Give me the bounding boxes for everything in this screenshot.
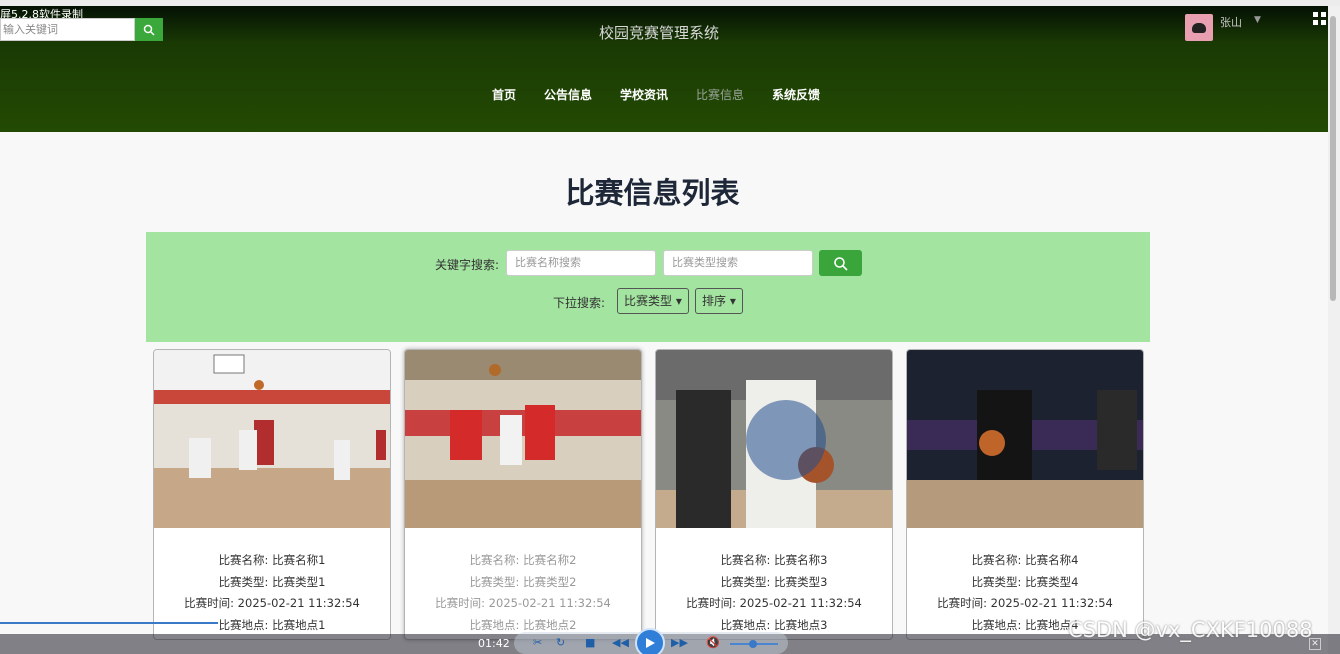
- search-button[interactable]: [819, 250, 862, 276]
- card-type: 比赛类型: 比赛类型2: [469, 574, 577, 589]
- play-button[interactable]: [635, 628, 665, 654]
- play-icon: [646, 638, 655, 648]
- keyword-search-label: 关键字搜索:: [435, 258, 500, 272]
- clip-icon[interactable]: ✂: [533, 636, 542, 649]
- stop-icon[interactable]: ■: [585, 636, 595, 649]
- grid-icon[interactable]: [1313, 12, 1327, 26]
- avatar-face-icon: [1192, 22, 1206, 33]
- card-name: 比赛名称: 比赛名称2: [469, 553, 577, 567]
- competition-card[interactable]: 比赛名称: 比赛名称1 比赛类型: 比赛类型1 比赛时间: 2025-02-21…: [153, 349, 391, 640]
- close-icon[interactable]: ✕: [1309, 638, 1321, 650]
- card-time: 比赛时间: 2025-02-21 11:32:54: [686, 596, 862, 610]
- type-dropdown[interactable]: 比赛类型 ▾: [617, 288, 689, 314]
- nav-item-feedback[interactable]: 系统反馈: [758, 86, 834, 103]
- card-image: [907, 350, 1143, 528]
- mute-icon[interactable]: 🔇: [706, 636, 720, 649]
- card-place: 比赛地点: 比赛地点1: [218, 617, 326, 632]
- nav-item-home[interactable]: 首页: [478, 86, 530, 103]
- nav-item-competitions[interactable]: 比赛信息: [682, 86, 758, 103]
- user-name[interactable]: 张山: [1220, 14, 1242, 30]
- main-nav: 首页 公告信息 学校资讯 比赛信息 系统反馈: [0, 86, 1312, 103]
- sort-dropdown-label: 排序: [702, 294, 727, 308]
- rewind-icon[interactable]: ◀◀: [612, 636, 629, 649]
- site-title: 校园竞赛管理系统: [598, 24, 719, 42]
- fast-forward-icon[interactable]: ▶▶: [671, 636, 688, 649]
- nav-item-school-news[interactable]: 学校资讯: [606, 86, 682, 103]
- competition-card[interactable]: 比赛名称: 比赛名称4 比赛类型: 比赛类型4 比赛时间: 2025-02-21…: [906, 349, 1144, 640]
- caret-down-icon: ▾: [726, 294, 736, 308]
- card-type: 比赛类型: 比赛类型4: [971, 574, 1079, 589]
- card-name: 比赛名称: 比赛名称3: [720, 553, 828, 567]
- filter-panel: 关键字搜索: 比赛名称搜索 比赛类型搜索 下拉搜索: 比赛类型 ▾ 排序 ▾: [146, 232, 1150, 342]
- watermark: CSDN @vx_CXKF10088: [1068, 618, 1313, 642]
- volume-knob[interactable]: [749, 640, 757, 648]
- card-name: 比赛名称: 比赛名称4: [971, 553, 1079, 567]
- page-title: 比赛信息列表: [565, 176, 740, 210]
- dropdown-search-label: 下拉搜索:: [553, 296, 606, 310]
- competition-card[interactable]: 比赛名称: 比赛名称2 比赛类型: 比赛类型2 比赛时间: 2025-02-21…: [404, 349, 642, 640]
- scrollbar-thumb[interactable]: [1330, 16, 1336, 301]
- chevron-down-icon[interactable]: ▼: [1254, 15, 1261, 25]
- nav-item-notices[interactable]: 公告信息: [530, 86, 606, 103]
- card-type: 比赛类型: 比赛类型3: [720, 574, 828, 589]
- avatar[interactable]: [1185, 14, 1213, 41]
- caret-down-icon: ▾: [672, 294, 682, 308]
- name-search-input[interactable]: 比赛名称搜索: [506, 250, 656, 276]
- card-name: 比赛名称: 比赛名称1: [218, 553, 326, 567]
- card-time: 比赛时间: 2025-02-21 11:32:54: [435, 596, 611, 610]
- card-image: [154, 350, 390, 528]
- scrollbar[interactable]: [1328, 6, 1340, 654]
- type-dropdown-label: 比赛类型: [624, 294, 673, 308]
- search-icon: [834, 256, 848, 271]
- loop-icon[interactable]: ↻: [556, 636, 565, 649]
- competition-card[interactable]: 比赛名称: 比赛名称3 比赛类型: 比赛类型3 比赛时间: 2025-02-21…: [655, 349, 893, 640]
- card-time: 比赛时间: 2025-02-21 11:32:54: [184, 596, 360, 610]
- sort-dropdown[interactable]: 排序 ▾: [695, 288, 743, 314]
- type-search-input[interactable]: 比赛类型搜索: [663, 250, 813, 276]
- player-progress[interactable]: [0, 622, 218, 624]
- card-time: 比赛时间: 2025-02-21 11:32:54: [937, 596, 1113, 610]
- card-image: [405, 350, 641, 528]
- card-type: 比赛类型: 比赛类型1: [218, 574, 326, 589]
- card-image: [656, 350, 892, 528]
- player-time: 01:42: [478, 637, 510, 650]
